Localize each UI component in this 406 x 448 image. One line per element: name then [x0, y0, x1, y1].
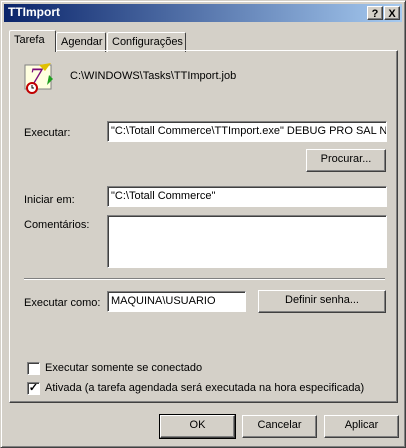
close-button[interactable]: X	[384, 6, 400, 20]
set-password-button[interactable]: Definir senha...	[258, 290, 386, 313]
only-logged-checkbox[interactable]	[27, 362, 40, 375]
run-as-label: Executar como:	[24, 297, 101, 309]
run-as-input[interactable]: MAQUINA\USUARIO	[107, 291, 246, 312]
start-in-input[interactable]: "C:\Totall Commerce"	[107, 186, 387, 207]
tab-configuracoes-label: Configurações	[112, 36, 183, 48]
tab-tarefa[interactable]: Tarefa	[9, 30, 56, 52]
scheduled-task-icon: 7	[23, 61, 57, 95]
apply-button[interactable]: Aplicar	[324, 415, 399, 438]
tab-agendar[interactable]: Agendar	[56, 32, 106, 52]
enabled-label: Ativada (a tarefa agendada será executad…	[45, 382, 365, 394]
start-in-label: Iniciar em:	[24, 194, 75, 206]
ok-button[interactable]: OK	[159, 414, 236, 439]
tab-tarefa-label: Tarefa	[14, 34, 45, 46]
title-bar[interactable]: TTImport ? X	[4, 4, 402, 22]
separator	[24, 278, 385, 280]
comments-input[interactable]	[107, 215, 387, 268]
task-path: C:\WINDOWS\Tasks\TTImport.job	[70, 70, 237, 82]
tab-agendar-label: Agendar	[61, 36, 103, 48]
tab-configuracoes[interactable]: Configurações	[107, 32, 186, 52]
enabled-checkbox[interactable]: ✓	[27, 382, 40, 395]
properties-window: TTImport ? X Tarefa Agendar Configuraçõe…	[0, 0, 406, 448]
cancel-button[interactable]: Cancelar	[242, 415, 317, 438]
help-button[interactable]: ?	[367, 6, 383, 20]
comments-label: Comentários:	[24, 219, 90, 231]
browse-button[interactable]: Procurar...	[306, 149, 386, 172]
run-label: Executar:	[24, 127, 71, 139]
only-logged-label: Executar somente se conectado	[45, 362, 203, 374]
run-input[interactable]: "C:\Totall Commerce\TTImport.exe" DEBUG …	[107, 121, 387, 142]
window-title: TTImport	[8, 5, 60, 19]
tab-panel: 7 C:\WINDOWS\Tasks\TTImport.job Executar…	[9, 50, 398, 403]
